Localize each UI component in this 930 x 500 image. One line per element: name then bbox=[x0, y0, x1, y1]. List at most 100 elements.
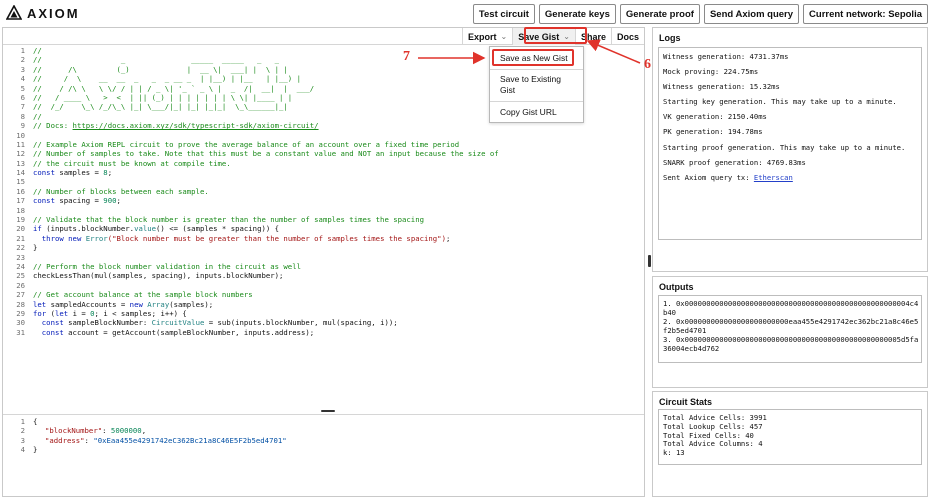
line-number: 19 bbox=[16, 215, 25, 225]
comment-text: // Number of samples to take. Note that … bbox=[33, 149, 499, 159]
logs-panel: Logs Witness generation: 4731.37ms Mock … bbox=[652, 27, 928, 272]
code-text: samples = bbox=[54, 168, 104, 178]
ascii-art-text: // / /\ \ \ \/ / | | / _ \| '_ ` _ \ | _… bbox=[33, 83, 315, 93]
etherscan-link[interactable]: Etherscan bbox=[754, 173, 793, 182]
code-line: 24 // Perform the block number validation… bbox=[3, 262, 644, 271]
comment-text: // Validate that the block number is gre… bbox=[33, 215, 424, 225]
code-text: } bbox=[33, 445, 38, 455]
docs-button[interactable]: Docs bbox=[610, 28, 644, 45]
editor-resize-handle[interactable] bbox=[321, 410, 335, 412]
menu-item-label: Gist bbox=[500, 85, 516, 95]
code-line: 31 const account = getAccount(sampleBloc… bbox=[3, 328, 644, 337]
output-line: 1. 0x00000000000000000000000000000000000… bbox=[663, 299, 919, 317]
ascii-art-text: // / ____ \ > < | || (_) | | | | | | | \… bbox=[33, 92, 293, 102]
top-bar: AXIOM Test circuit Generate keys Generat… bbox=[0, 0, 930, 28]
code-text: spacing = bbox=[54, 196, 104, 206]
line-number: 24 bbox=[16, 261, 25, 271]
code-line: 27 // Get account balance at the sample b… bbox=[3, 290, 644, 299]
keyword: const bbox=[33, 327, 64, 337]
circuit-stats-list: Total Advice Cells: 3991 Total Lookup Ce… bbox=[658, 409, 922, 465]
send-axiom-query-button[interactable]: Send Axiom query bbox=[703, 4, 800, 24]
export-menu-button[interactable]: Export ⌄ bbox=[462, 28, 512, 45]
code-text: // bbox=[33, 46, 42, 55]
generate-keys-button[interactable]: Generate keys bbox=[538, 4, 616, 24]
save-as-new-gist-highlight bbox=[492, 49, 574, 66]
line-number: 8 bbox=[20, 111, 25, 121]
line-number: 2 bbox=[20, 55, 25, 65]
number-literal: 900 bbox=[103, 196, 117, 206]
network-selector-button[interactable]: Current network: Sepolia bbox=[803, 4, 928, 24]
keyword: new bbox=[129, 299, 143, 309]
code-text: i = bbox=[68, 308, 91, 318]
ascii-art-text: // / \ __ __ _ _ _ __ _ | |__) | |__ | |… bbox=[33, 74, 301, 84]
code-text: } bbox=[33, 243, 38, 253]
code-text: // bbox=[33, 111, 42, 121]
ascii-art-text: // /\ (_) | __ \| ___| | \ | | bbox=[33, 64, 288, 74]
line-number: 5 bbox=[20, 83, 25, 93]
comment-text: // Perform the block number validation i… bbox=[33, 261, 301, 271]
code-line: 14 const samples = 8; bbox=[3, 168, 644, 177]
generate-proof-button[interactable]: Generate proof bbox=[619, 4, 700, 24]
keyword: const bbox=[33, 168, 55, 178]
line-number: 13 bbox=[16, 158, 25, 168]
copy-gist-url-item[interactable]: Copy Gist URL bbox=[500, 107, 557, 118]
type-name: Error bbox=[85, 233, 108, 243]
line-number: 2 bbox=[20, 426, 25, 436]
logs-title: Logs bbox=[659, 33, 681, 43]
code-line: 11 // Example Axiom REPL circuit to prove… bbox=[3, 140, 644, 149]
code-line: 25 checkLessThan(mul(samples, spacing), i… bbox=[3, 271, 644, 280]
line-number: 14 bbox=[16, 168, 25, 178]
comment-text: // Docs: bbox=[33, 121, 73, 131]
brand-name: AXIOM bbox=[27, 5, 80, 21]
line-number: 31 bbox=[16, 327, 25, 337]
json-string: "0xEaa455e4291742eC362Bc21a8C46E5F2b5ed4… bbox=[93, 435, 287, 445]
test-circuit-button[interactable]: Test circuit bbox=[472, 4, 535, 24]
output-line: 3. 0x00000000000000000000000000000000000… bbox=[663, 335, 919, 353]
code-text: ; i < samples; i++) { bbox=[94, 308, 187, 318]
line-number: 9 bbox=[20, 121, 25, 131]
code-line: 19 // Validate that the block number is g… bbox=[3, 215, 644, 224]
line-number: 18 bbox=[16, 205, 25, 215]
json-key: "blockNumber" bbox=[45, 426, 103, 436]
keyword: const bbox=[33, 318, 64, 328]
code-text: ; bbox=[116, 196, 121, 206]
code-text: (samples); bbox=[169, 299, 214, 309]
line-number: 22 bbox=[16, 243, 25, 253]
panel-splitter-handle[interactable] bbox=[648, 255, 651, 267]
line-number: 15 bbox=[16, 177, 25, 187]
code-line: 15 bbox=[3, 177, 644, 186]
save-to-existing-gist-item[interactable]: Save to Existing Gist bbox=[500, 74, 561, 96]
line-number: 4 bbox=[20, 74, 25, 84]
line-number: 28 bbox=[16, 299, 25, 309]
code-line: 4} bbox=[3, 445, 644, 454]
code-text: , bbox=[141, 426, 147, 436]
line-number: 1 bbox=[20, 417, 25, 426]
code-text: { bbox=[33, 417, 38, 426]
stat-line: Total Advice Columns: 4 bbox=[663, 439, 763, 449]
outputs-panel: Outputs 1. 0x000000000000000000000000000… bbox=[652, 276, 928, 388]
code-line: 16 // Number of blocks between each sampl… bbox=[3, 187, 644, 196]
code-text: : bbox=[102, 426, 111, 436]
line-number: 11 bbox=[16, 139, 25, 149]
code-line: 1{ bbox=[3, 417, 644, 426]
inputs-json-editor[interactable]: 1{ 2 "blockNumber": 5000000, 3 "address": … bbox=[3, 414, 644, 455]
log-line: VK generation: 2150.40ms bbox=[663, 112, 767, 122]
comment-text: // Example Axiom REPL circuit to prove t… bbox=[33, 139, 460, 149]
outputs-title: Outputs bbox=[659, 282, 694, 292]
string-literal: ("Block number must be greater than the … bbox=[107, 233, 446, 243]
line-number: 1 bbox=[20, 46, 25, 55]
circuit-stats-title: Circuit Stats bbox=[659, 397, 713, 407]
outputs-list: 1. 0x00000000000000000000000000000000000… bbox=[658, 295, 922, 363]
code-line: 23 bbox=[3, 253, 644, 262]
ascii-art-text: // /_/ \_\ /_/\_\ |_| \___/|_| |_| |_|_|… bbox=[33, 102, 288, 112]
log-line: Starting key generation. This may take u… bbox=[663, 97, 897, 107]
code-line: 18 bbox=[3, 206, 644, 215]
docs-link[interactable]: https://docs.axiom.xyz/sdk/typescript-sd… bbox=[73, 121, 319, 130]
code-text: ( bbox=[46, 308, 55, 318]
code-line: 10 bbox=[3, 131, 644, 140]
type-name: Array bbox=[142, 299, 170, 309]
code-line: 30 const sampleBlockNumber: CircuitValue… bbox=[3, 318, 644, 327]
line-number: 7 bbox=[20, 102, 25, 112]
comment-text: // Get account balance at the sample blo… bbox=[33, 290, 253, 300]
log-line: PK generation: 194.78ms bbox=[663, 127, 763, 137]
